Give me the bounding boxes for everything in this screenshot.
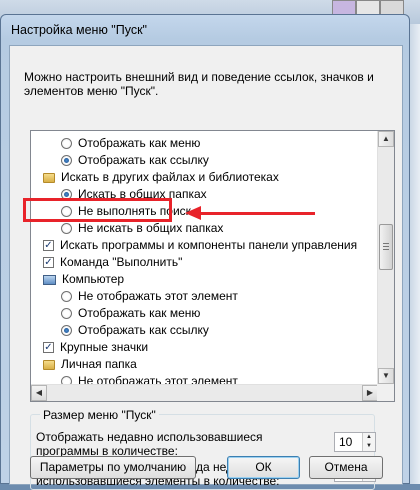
list-item-label: Отображать как меню <box>78 136 201 150</box>
options-listbox[interactable]: Отображать как меню Отображать как ссылку… <box>30 130 395 402</box>
description-line: элементов меню "Пуск". <box>24 84 159 98</box>
radio-unselected-icon[interactable] <box>61 223 72 234</box>
scroll-up-button[interactable]: ▲ <box>378 131 394 147</box>
list-item-label: Искать в других файлах и библиотеках <box>61 170 279 184</box>
spin-up-icon[interactable]: ▲ <box>363 433 375 442</box>
annotation-arrow-line <box>200 212 315 215</box>
scroll-right-button[interactable]: ▶ <box>362 385 378 401</box>
scroll-left-button[interactable]: ◀ <box>31 385 47 401</box>
folder-icon <box>43 172 55 183</box>
list-item-label: Личная папка <box>61 357 137 371</box>
list-item-label: Команда "Выполнить" <box>60 255 183 269</box>
ok-button[interactable]: ОК <box>227 456 300 479</box>
list-item[interactable]: Отображать как меню <box>31 305 379 322</box>
scroll-down-button[interactable]: ▼ <box>378 368 394 384</box>
list-item-label: Искать программы и компоненты панели упр… <box>60 238 358 252</box>
annotation-highlight-box <box>23 198 172 222</box>
recent-programs-value[interactable]: 10 <box>339 435 352 449</box>
checkbox-checked-icon[interactable]: ✓ <box>43 257 54 268</box>
scroll-thumb[interactable] <box>379 224 393 270</box>
list-item[interactable]: ✓ Команда "Выполнить" <box>31 254 379 271</box>
list-item[interactable]: ✓ Крупные значки <box>31 339 379 356</box>
dialog-client-area: Можно настроить внешний вид и поведение … <box>9 45 403 490</box>
start-menu-size-title: Размер меню "Пуск" <box>40 408 159 422</box>
annotation-arrow-icon <box>185 206 201 220</box>
grip-line <box>383 249 389 250</box>
checkbox-checked-icon[interactable]: ✓ <box>43 240 54 251</box>
list-item-label: Не искать в общих папках <box>78 221 224 235</box>
list-item-label: Не отображать этот элемент <box>78 289 238 303</box>
list-item[interactable]: Отображать как ссылку <box>31 322 379 339</box>
description-line: Можно настроить внешний вид и поведение … <box>24 70 374 84</box>
list-item-label: Отображать как ссылку <box>78 323 209 337</box>
computer-icon <box>43 274 56 285</box>
list-item: Личная папка <box>31 356 379 373</box>
dialog-description: Можно настроить внешний вид и поведение … <box>24 70 374 98</box>
list-item[interactable]: Не искать в общих папках <box>31 220 379 237</box>
list-item: Искать в других файлах и библиотеках <box>31 169 379 186</box>
radio-selected-icon[interactable] <box>61 155 72 166</box>
start-menu-customize-dialog: Настройка меню "Пуск" Можно настроить вн… <box>0 14 410 490</box>
vertical-scrollbar[interactable]: ▲ ▼ <box>377 131 394 401</box>
list-item-label: Компьютер <box>62 272 125 286</box>
radio-selected-icon[interactable] <box>61 325 72 336</box>
list-item-label: Отображать как меню <box>78 306 201 320</box>
radio-unselected-icon[interactable] <box>61 138 72 149</box>
radio-unselected-icon[interactable] <box>61 291 72 302</box>
list-item[interactable]: ✓ Искать программы и компоненты панели уп… <box>31 237 379 254</box>
list-item-label: Отображать как ссылку <box>78 153 209 167</box>
radio-unselected-icon[interactable] <box>61 308 72 319</box>
list-item-label: Крупные значки <box>60 340 149 354</box>
list-item: Компьютер <box>31 271 379 288</box>
list-item[interactable]: Не отображать этот элемент <box>31 288 379 305</box>
recent-programs-label: Отображать недавно использовавшиеся <box>36 430 263 444</box>
list-item[interactable]: Отображать как ссылку <box>31 152 379 169</box>
spinner-buttons[interactable]: ▲ ▼ <box>362 433 375 451</box>
cancel-button[interactable]: Отмена <box>309 456 383 479</box>
folder-icon <box>43 359 55 370</box>
list-item[interactable]: Отображать как меню <box>31 135 379 152</box>
grip-line <box>383 243 389 244</box>
spin-down-icon[interactable]: ▼ <box>363 442 375 451</box>
checkbox-checked-icon[interactable]: ✓ <box>43 342 54 353</box>
grip-line <box>383 246 389 247</box>
scrollbar-corner <box>377 384 394 401</box>
horizontal-scrollbar[interactable]: ◀ ▶ <box>31 384 378 401</box>
defaults-button[interactable]: Параметры по умолчанию <box>30 456 196 479</box>
window-title: Настройка меню "Пуск" <box>11 23 147 37</box>
options-list: Отображать как меню Отображать как ссылку… <box>31 135 379 401</box>
recent-programs-spinner[interactable]: 10 ▲ ▼ <box>334 432 376 452</box>
